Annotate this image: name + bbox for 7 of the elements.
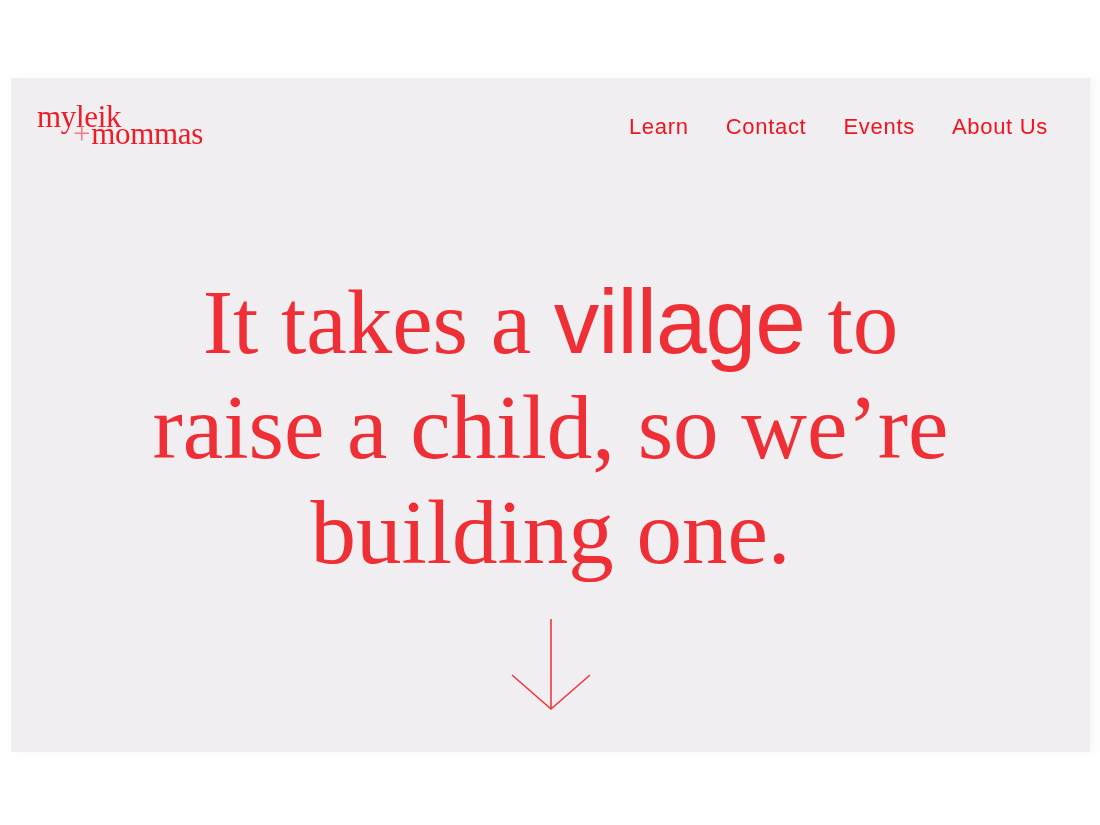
nav-link[interactable]: Learn	[628, 113, 689, 140]
nav-link[interactable]: Contact	[725, 113, 807, 140]
down-arrow-icon	[510, 619, 591, 711]
logo[interactable]: myleik +mommas	[37, 106, 204, 147]
nav-link[interactable]: About Us	[951, 113, 1048, 140]
nav-link[interactable]: Events	[843, 113, 915, 140]
hero-headline: It takes a village to raise a child, so we’re building one.	[151, 270, 950, 585]
